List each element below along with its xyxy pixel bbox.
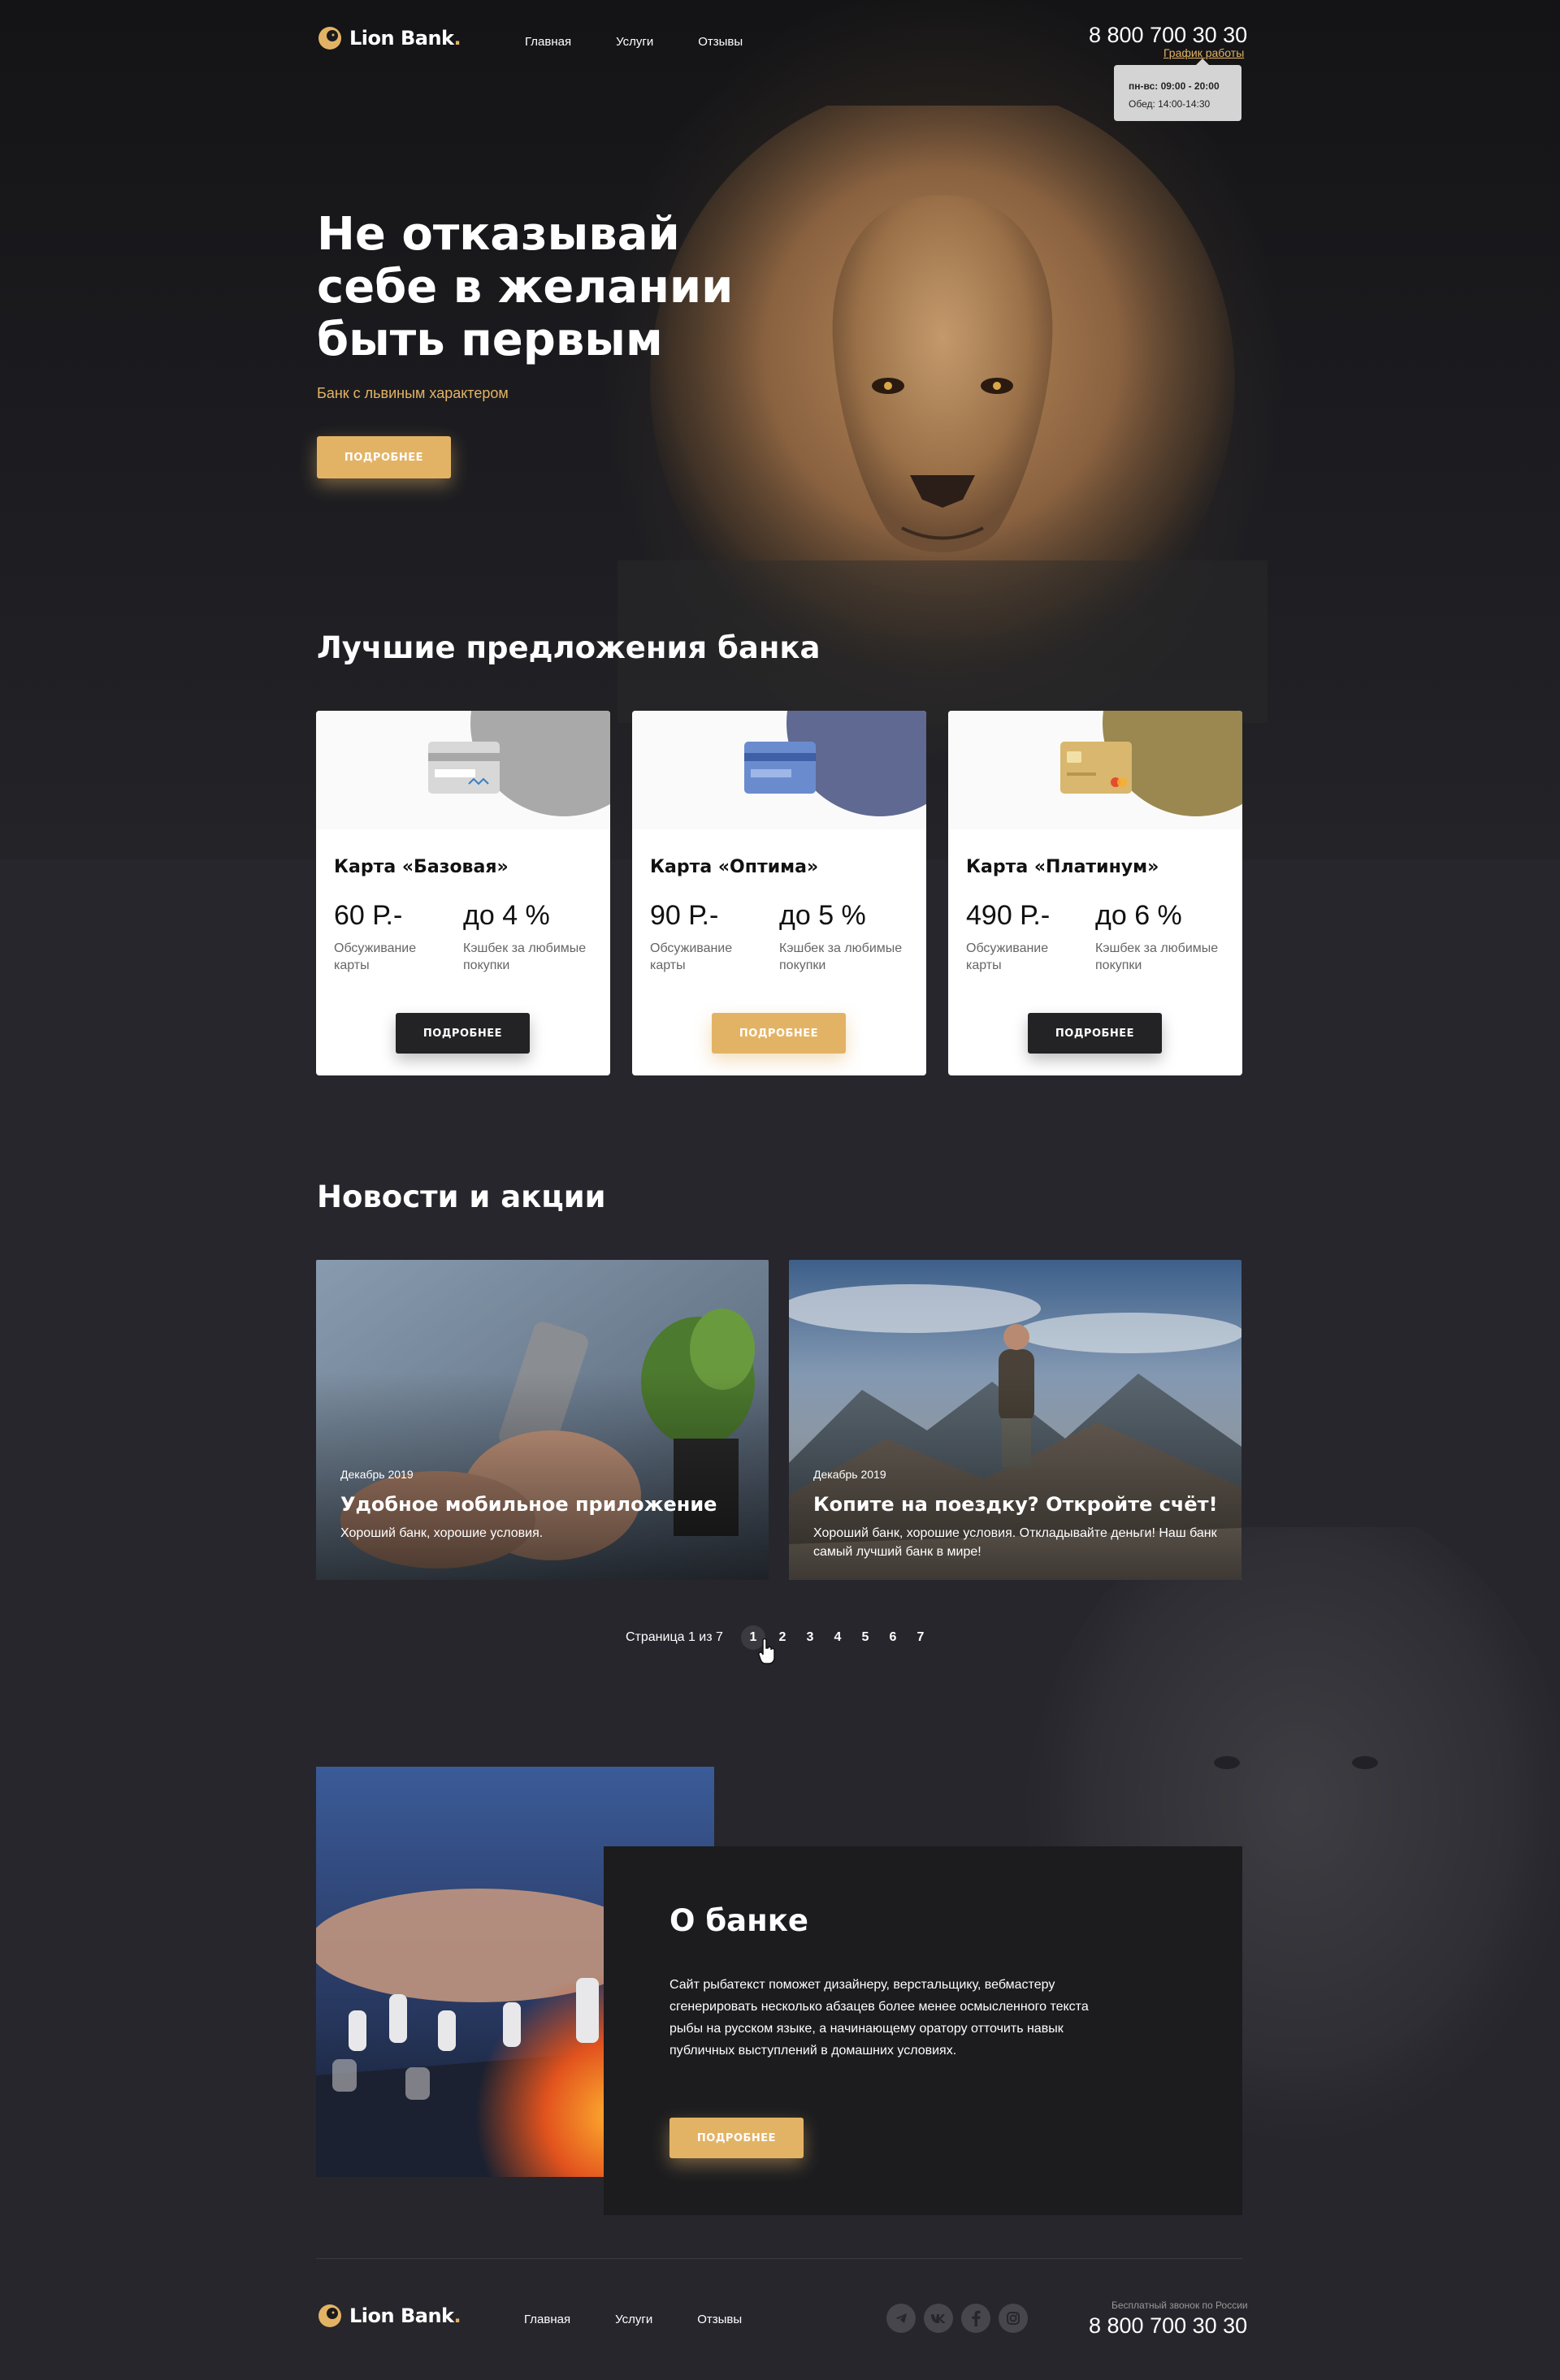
schedule-tooltip: пн-вс: 09:00 - 20:00 Обед: 14:00-14:30 <box>1114 58 1242 121</box>
header-phone[interactable]: 8 800 700 30 30 <box>1089 23 1247 48</box>
news-date: Декабрь 2019 <box>813 1468 886 1481</box>
news-description: Хороший банк, хорошие условия. Откладыва… <box>813 1526 1217 1559</box>
hero-subtitle: Банк с львиным характером <box>317 385 509 401</box>
news-item-mobile-app[interactable]: Декабрь 2019 Удобное мобильное приложени… <box>316 1260 769 1580</box>
hand-cursor-icon <box>758 1638 775 1664</box>
card-details-button[interactable]: ПОДРОБНЕЕ <box>1028 1013 1162 1054</box>
schedule-days: пн-вс: 09:00 - 20:00 <box>1129 80 1220 92</box>
page-7[interactable]: 7 <box>907 1630 934 1645</box>
logo-text: Lion Bank. <box>349 27 462 50</box>
card-cashback-label: Кэшбек за любимые покупки <box>779 941 903 972</box>
about-section: О банке Сайт рыбатекст поможет дизайнеру… <box>604 1846 1242 2215</box>
page-3[interactable]: 3 <box>796 1630 824 1645</box>
header-nav: Главная Услуги Отзывы <box>525 35 743 49</box>
news-date: Декабрь 2019 <box>340 1468 414 1481</box>
offers-title: Лучшие предложения банка <box>317 630 821 665</box>
pagination-label: Страница 1 из 7 <box>626 1630 723 1644</box>
card-details-button[interactable]: ПОДРОБНЕЕ <box>712 1013 846 1054</box>
facebook-icon[interactable] <box>961 2304 990 2333</box>
footer-logo[interactable]: Lion Bank. <box>317 2303 462 2329</box>
news-title[interactable]: Копите на поездку? Откройте счёт! <box>813 1493 1218 1516</box>
nav-item-services[interactable]: Услуги <box>616 35 653 49</box>
about-title: О банке <box>670 1903 808 1938</box>
instagram-icon[interactable] <box>999 2304 1028 2333</box>
nav-item-services[interactable]: Услуги <box>615 2313 652 2326</box>
offer-card-basic: Карта «Базовая» 60 Р.- до 4 % Обсуживани… <box>316 711 610 1075</box>
credit-card-icon <box>744 742 816 794</box>
footer-phone[interactable]: 8 800 700 30 30 <box>1089 2313 1247 2339</box>
about-text: Сайт рыбатекст поможет дизайнеру, верста… <box>670 1978 1089 2058</box>
header-logo[interactable]: Lion Bank. <box>317 25 462 51</box>
nav-item-home[interactable]: Главная <box>524 2313 570 2326</box>
card-header <box>632 711 926 829</box>
footer-nav: Главная Услуги Отзывы <box>524 2313 742 2326</box>
footer-divider <box>316 2258 1242 2259</box>
card-name: Карта «Оптима» <box>650 857 819 877</box>
schedule-link[interactable]: График работы <box>1164 46 1244 59</box>
card-header <box>316 711 610 829</box>
hero-details-button[interactable]: ПОДРОБНЕЕ <box>317 436 451 478</box>
card-name: Карта «Базовая» <box>334 857 509 877</box>
news-description: Хороший банк, хорошие условия. <box>340 1526 544 1540</box>
card-price-label: Обсуживание карты <box>334 941 417 972</box>
nav-item-reviews[interactable]: Отзывы <box>697 2313 742 2326</box>
footer-free-call-label: Бесплатный звонок по России <box>1112 2300 1248 2311</box>
nav-item-reviews[interactable]: Отзывы <box>698 35 743 49</box>
lion-logo-icon <box>318 27 341 50</box>
card-name: Карта «Платинум» <box>966 857 1159 877</box>
schedule-lunch: Обед: 14:00-14:30 <box>1129 98 1211 110</box>
hero-title: Не отказывай себе в желании быть первым <box>317 208 734 366</box>
nav-item-home[interactable]: Главная <box>525 35 571 49</box>
card-cashback: до 5 % <box>779 900 866 931</box>
offer-card-platinum: Карта «Платинум» 490 Р.- до 6 % Обсужива… <box>948 711 1242 1075</box>
logo-text: Lion Bank. <box>349 2304 462 2327</box>
card-cashback: до 4 % <box>463 900 550 931</box>
card-price-label: Обсуживание карты <box>650 941 733 972</box>
page-5[interactable]: 5 <box>852 1630 879 1645</box>
card-cashback-label: Кэшбек за любимые покупки <box>463 941 587 972</box>
offer-card-optima: Карта «Оптима» 90 Р.- до 5 % Обсуживание… <box>632 711 926 1075</box>
card-cashback: до 6 % <box>1095 900 1182 931</box>
card-cashback-label: Кэшбек за любимые покупки <box>1095 941 1219 972</box>
vk-icon[interactable] <box>924 2304 953 2333</box>
lion-logo-icon <box>318 2304 341 2327</box>
page-4[interactable]: 4 <box>824 1630 852 1645</box>
card-details-button[interactable]: ПОДРОБНЕЕ <box>396 1013 530 1054</box>
page-6[interactable]: 6 <box>879 1630 907 1645</box>
about-details-button[interactable]: ПОДРОБНЕЕ <box>670 2118 804 2158</box>
telegram-icon[interactable] <box>886 2304 916 2333</box>
card-price-label: Обсуживание карты <box>966 941 1049 972</box>
news-title: Новости и акции <box>317 1179 606 1214</box>
credit-card-icon <box>428 742 500 794</box>
card-price: 90 Р.- <box>650 900 719 931</box>
card-price: 60 Р.- <box>334 900 403 931</box>
news-title[interactable]: Удобное мобильное приложение <box>340 1493 717 1516</box>
news-item-savings[interactable]: Декабрь 2019 Копите на поездку? Откройте… <box>789 1260 1242 1580</box>
credit-card-icon <box>1060 742 1132 794</box>
news-pagination: Страница 1 из 7 1 2 3 4 5 6 7 <box>626 1625 934 1650</box>
card-header <box>948 711 1242 829</box>
card-price: 490 Р.- <box>966 900 1051 931</box>
